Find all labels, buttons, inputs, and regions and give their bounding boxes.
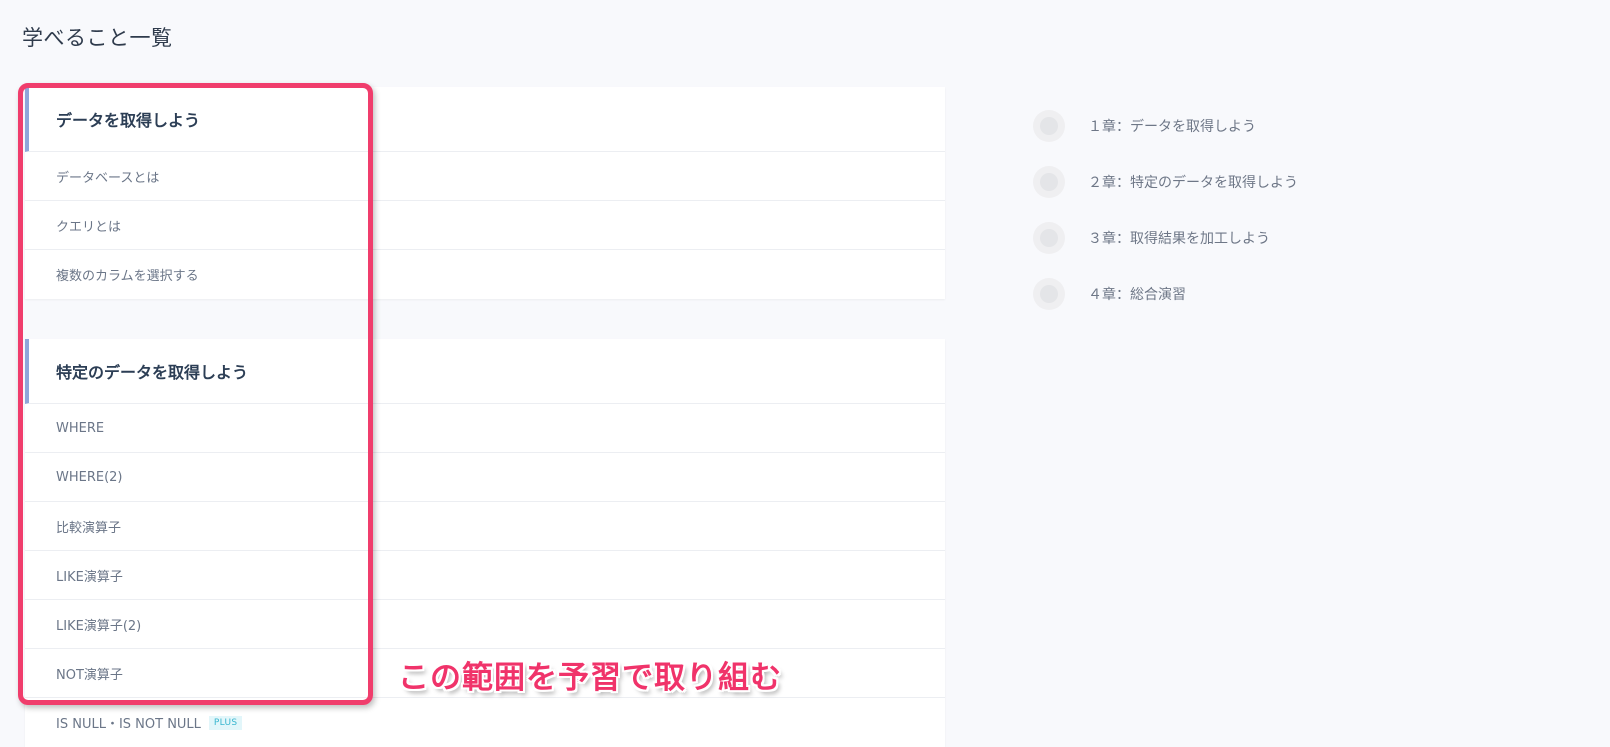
lesson-item[interactable]: LIKE演算子(2) xyxy=(25,600,945,649)
chapter-card-1: データを取得しよう データベースとは クエリとは 複数のカラムを選択する xyxy=(25,87,945,299)
lesson-label: 比較演算子 xyxy=(56,520,122,536)
toc-label: １章：データを取得しよう xyxy=(1088,119,1256,135)
toc-item-1[interactable]: １章：データを取得しよう xyxy=(1033,98,1298,154)
lesson-label: NOT演算子 xyxy=(56,667,123,683)
plus-badge: PLUS xyxy=(208,715,243,730)
chapter-title-2: 特定のデータを取得しよう xyxy=(56,363,249,382)
chapter-toc: １章：データを取得しよう ２章：特定のデータを取得しよう ３章：取得結果を加工し… xyxy=(1033,98,1298,322)
lesson-label: 複数のカラムを選択する xyxy=(56,269,199,284)
lesson-item[interactable]: WHERE xyxy=(25,404,945,453)
lesson-item[interactable]: IS NULL・IS NOT NULL PLUS xyxy=(25,698,945,747)
lesson-label: LIKE演算子 xyxy=(56,569,123,585)
lesson-item[interactable]: データベースとは xyxy=(25,152,945,201)
toc-label: ２章：特定のデータを取得しよう xyxy=(1088,175,1298,191)
lesson-item[interactable]: クエリとは xyxy=(25,201,945,250)
progress-dot-icon xyxy=(1033,278,1065,310)
page-title: 学べること一覧 xyxy=(22,26,173,50)
toc-label: ４章：総合演習 xyxy=(1088,287,1186,303)
lesson-label: データベースとは xyxy=(56,170,160,186)
chapter-header-2[interactable]: 特定のデータを取得しよう xyxy=(25,339,945,404)
toc-item-2[interactable]: ２章：特定のデータを取得しよう xyxy=(1033,154,1298,210)
lesson-label: WHERE(2) xyxy=(56,469,123,485)
lesson-label: IS NULL・IS NOT NULL xyxy=(56,717,201,732)
lesson-item[interactable]: WHERE(2) xyxy=(25,453,945,502)
lesson-item[interactable]: LIKE演算子 xyxy=(25,551,945,600)
chapter-header-1[interactable]: データを取得しよう xyxy=(25,87,945,152)
toc-item-3[interactable]: ３章：取得結果を加工しよう xyxy=(1033,210,1298,266)
annotation-text: この範囲を予習で取り組む xyxy=(398,660,782,696)
lesson-label: クエリとは xyxy=(56,219,122,235)
toc-label: ３章：取得結果を加工しよう xyxy=(1088,231,1270,247)
lesson-label: LIKE演算子(2) xyxy=(56,618,142,634)
progress-dot-icon xyxy=(1033,166,1065,198)
progress-dot-icon xyxy=(1033,110,1065,142)
lesson-item[interactable]: 比較演算子 xyxy=(25,502,945,551)
toc-item-4[interactable]: ４章：総合演習 xyxy=(1033,266,1298,322)
chapter-title-1: データを取得しよう xyxy=(56,111,201,130)
progress-dot-icon xyxy=(1033,222,1065,254)
lesson-label: WHERE xyxy=(56,420,105,436)
lesson-item[interactable]: 複数のカラムを選択する xyxy=(25,250,945,299)
